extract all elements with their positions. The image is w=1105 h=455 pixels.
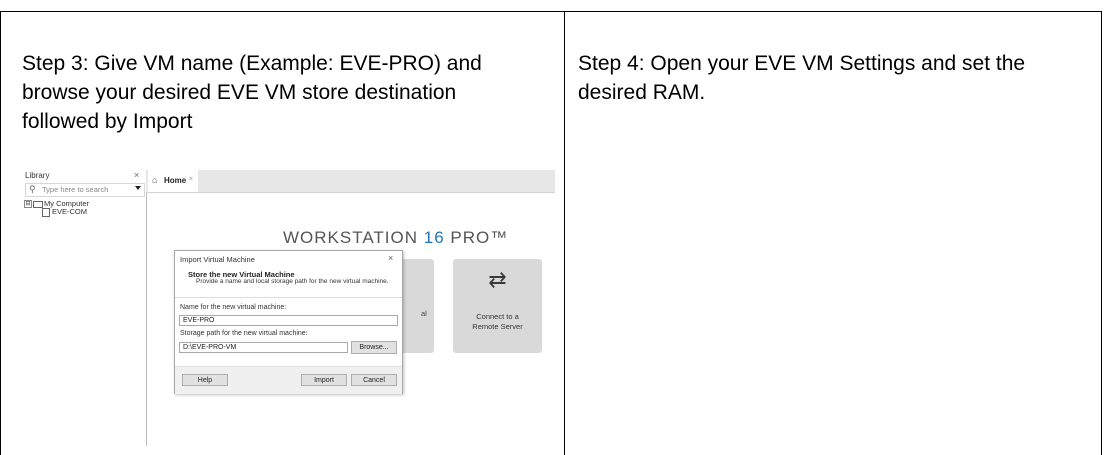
brand-suffix: PRO™ — [444, 228, 509, 247]
tree-item-eve-com[interactable]: EVE-COM — [42, 207, 87, 217]
connect-label-line1: Connect to a — [476, 312, 519, 321]
tab-close-icon[interactable]: × — [189, 176, 193, 183]
import-button[interactable]: Import — [301, 374, 347, 386]
library-title: Library — [25, 171, 50, 180]
collapse-icon[interactable]: ⊟ — [24, 200, 32, 209]
library-panel: Library × ⚲ Type here to search ⊟ My Comp… — [23, 170, 147, 446]
arrows-exchange-icon: ⇄ — [488, 267, 507, 292]
library-close-icon[interactable]: × — [134, 170, 139, 180]
tree-label-eve-com: EVE-COM — [52, 207, 88, 216]
dialog-footer: Help Import Cancel — [175, 366, 402, 394]
help-button[interactable]: Help — [182, 374, 228, 386]
dialog-title: Import Virtual Machine — [180, 255, 255, 264]
library-search-input[interactable]: ⚲ Type here to search — [25, 183, 145, 197]
library-search-placeholder: Type here to search — [42, 185, 109, 194]
vm-name-label: Name for the new virtual machine: — [180, 304, 287, 311]
vm-name-input[interactable]: EVE-PRO — [179, 315, 398, 326]
instruction-table: Step 3: Give VM name (Example: EVE-PRO) … — [0, 11, 1102, 455]
workstation-brand: WORKSTATION 16 PRO™ — [283, 228, 508, 248]
storage-path-input[interactable]: D:\EVE-PRO-VM — [179, 342, 348, 353]
dialog-header: Store the new Virtual Machine Provide a … — [175, 264, 402, 298]
dialog-close-icon[interactable]: × — [388, 253, 393, 263]
tab-home-label: Home — [164, 176, 187, 185]
home-icon: ⌂ — [152, 175, 158, 185]
brand-prefix: WORKSTATION — [283, 228, 424, 247]
connect-label-line2: Remote Server — [472, 322, 523, 331]
dialog-subheading: Provide a name and local storage path fo… — [196, 278, 389, 285]
connect-remote-server-label: Connect to a Remote Server — [453, 312, 542, 332]
tab-bar: ⌂ Home × — [146, 170, 555, 193]
tab-home[interactable]: ⌂ Home × — [148, 170, 198, 192]
browse-button[interactable]: Browse... — [351, 341, 397, 354]
step4-text: Step 4: Open your EVE VM Settings and se… — [578, 52, 1026, 104]
cancel-button[interactable]: Cancel — [351, 374, 397, 386]
step3-text: Step 3: Give VM name (Example: EVE-PRO) … — [22, 52, 482, 133]
connect-remote-server-tile[interactable]: ⇄ Connect to a Remote Server — [453, 259, 542, 353]
import-vm-dialog: Import Virtual Machine × Store the new V… — [174, 250, 403, 394]
storage-path-label: Storage path for the new virtual machine… — [180, 330, 308, 337]
brand-version: 16 — [423, 228, 445, 247]
search-icon: ⚲ — [29, 184, 36, 194]
vmware-screenshot: Library × ⚲ Type here to search ⊟ My Comp… — [23, 170, 555, 446]
vm-icon — [42, 207, 50, 217]
open-vm-tile-label: al — [421, 309, 427, 318]
search-dropdown-icon[interactable] — [135, 186, 141, 190]
column-divider — [564, 12, 565, 455]
